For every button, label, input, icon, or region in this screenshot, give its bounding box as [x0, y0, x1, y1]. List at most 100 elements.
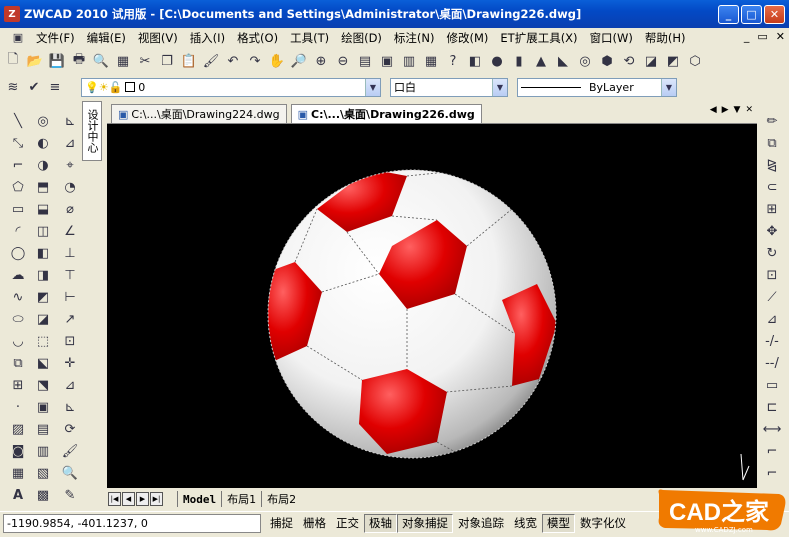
erase-icon[interactable]: ✏ [763, 112, 781, 130]
open-file-icon[interactable]: 📂 [26, 52, 44, 70]
tab-layout1[interactable]: 布局1 [221, 491, 261, 507]
interfere-icon[interactable]: ⬡ [686, 52, 704, 70]
layer-dropdown[interactable]: 💡 ☀ 🔓 0 ▼ [81, 77, 381, 97]
menu-format[interactable]: 格式(O) [231, 30, 284, 46]
stretch-icon[interactable]: ⟋ [763, 288, 781, 306]
line-icon[interactable]: ╲ [9, 112, 27, 130]
wedge-solid-icon[interactable]: ◣ [554, 52, 572, 70]
intersect-icon[interactable]: ◑ [34, 156, 52, 174]
print-icon[interactable]: 🖶 [70, 52, 88, 70]
dim-text-edit-icon[interactable]: ⊾ [61, 398, 79, 416]
union-icon[interactable]: ◎ [34, 112, 52, 130]
cone-solid-icon[interactable]: ▲ [532, 52, 550, 70]
copy-face-icon[interactable]: ◪ [34, 310, 52, 328]
design-center-icon[interactable]: ▣ [378, 52, 396, 70]
print-preview-icon[interactable]: 🔍 [92, 52, 110, 70]
continue-dim-icon[interactable]: ⊢ [61, 288, 79, 306]
redo-icon[interactable]: ↷ [246, 52, 264, 70]
otrack-toggle[interactable]: 对象追踪 [453, 514, 509, 533]
taper-face-icon[interactable]: ◩ [34, 288, 52, 306]
dim-edit-icon[interactable]: ⊿ [61, 376, 79, 394]
section-icon[interactable]: ◩ [664, 52, 682, 70]
lengthen-icon[interactable]: ⊿ [763, 310, 781, 328]
rotate-icon[interactable]: ↻ [763, 244, 781, 262]
box-solid-icon[interactable]: ◧ [466, 52, 484, 70]
menu-file[interactable]: 文件(F) [30, 30, 81, 46]
arc-icon[interactable]: ◜ [9, 222, 27, 240]
menu-et-tools[interactable]: ET扩展工具(X) [494, 30, 583, 46]
offset-face-icon[interactable]: ◫ [34, 222, 52, 240]
menu-view[interactable]: 视图(V) [132, 30, 184, 46]
menu-window[interactable]: 窗口(W) [584, 30, 639, 46]
subtract-icon[interactable]: ◐ [34, 134, 52, 152]
tab-list-icon[interactable]: ▼ [734, 105, 741, 115]
rotate-face-icon[interactable]: ◨ [34, 266, 52, 284]
make-layer-current-icon[interactable]: ✔ [25, 78, 43, 96]
tab-drawing224[interactable]: ▣ C:\...\桌面\Drawing224.dwg [111, 104, 287, 123]
first-layout-icon[interactable]: |◀ [108, 492, 121, 506]
mdi-minimize-button[interactable]: _ [744, 30, 750, 43]
ellipse-icon[interactable]: ⬭ [9, 310, 27, 328]
dim-update-icon[interactable]: ⟳ [61, 420, 79, 438]
chevron-down-icon[interactable]: ▼ [365, 78, 380, 96]
tool-palette-icon[interactable]: ▥ [400, 52, 418, 70]
check-icon[interactable]: ▩ [34, 486, 52, 504]
copy-object-icon[interactable]: ⧉ [763, 134, 781, 152]
zoom-previous-icon[interactable]: ⊖ [334, 52, 352, 70]
publish-icon[interactable]: ▦ [114, 52, 132, 70]
zoom-window-icon[interactable]: ⊕ [312, 52, 330, 70]
insert-block-icon[interactable]: ⧉ [9, 354, 27, 372]
ortho-toggle[interactable]: 正交 [331, 514, 364, 533]
menu-help[interactable]: 帮助(H) [639, 30, 692, 46]
polar-toggle[interactable]: 极轴 [364, 513, 397, 533]
torus-solid-icon[interactable]: ◎ [576, 52, 594, 70]
match-properties-icon[interactable]: 🖌 [202, 52, 220, 70]
menu-tools[interactable]: 工具(T) [284, 30, 335, 46]
menu-dimension[interactable]: 标注(N) [388, 30, 441, 46]
layer-previous-icon[interactable]: ≡ [46, 78, 64, 96]
mirror-icon[interactable]: ⧎ [763, 156, 781, 174]
undo-icon[interactable]: ↶ [224, 52, 242, 70]
separate-icon[interactable]: ▥ [34, 442, 52, 460]
move-icon[interactable]: ✥ [763, 222, 781, 240]
join-icon[interactable]: ⊏ [763, 398, 781, 416]
point-icon[interactable]: · [9, 398, 27, 416]
hatch-icon[interactable]: ▨ [9, 420, 27, 438]
color-dropdown[interactable]: 口白 ▼ [390, 77, 508, 97]
leader-icon[interactable]: ↗ [61, 310, 79, 328]
tolerance-icon[interactable]: ⊡ [61, 332, 79, 350]
ordinate-dim-icon[interactable]: ⌖ [61, 156, 79, 174]
save-icon[interactable]: 💾 [48, 52, 66, 70]
explode-icon[interactable]: ⌐ [763, 464, 781, 482]
cut-icon[interactable]: ✂ [136, 52, 154, 70]
next-layout-icon[interactable]: ▶ [136, 492, 149, 506]
table-icon[interactable]: ▦ [9, 464, 27, 482]
slice-icon[interactable]: ◪ [642, 52, 660, 70]
zoom-icon[interactable]: 🔍 [61, 464, 79, 482]
tab-model[interactable]: Model [177, 491, 221, 507]
zoom-realtime-icon[interactable]: 🔎 [290, 52, 308, 70]
sphere-solid-icon[interactable]: ● [488, 52, 506, 70]
color-edge-icon[interactable]: ⬔ [34, 376, 52, 394]
region-icon[interactable]: ◙ [9, 442, 27, 460]
render-icon[interactable]: ✎ [61, 486, 79, 504]
baseline-dim-icon[interactable]: ⊤ [61, 266, 79, 284]
menu-insert[interactable]: 插入(I) [184, 30, 231, 46]
minimize-button[interactable]: _ [718, 5, 739, 24]
move-face-icon[interactable]: ⬓ [34, 200, 52, 218]
rectangle-icon[interactable]: ▭ [9, 200, 27, 218]
mtext-icon[interactable]: A [9, 486, 27, 504]
osnap-toggle[interactable]: 对象捕捉 [397, 513, 453, 533]
new-file-icon[interactable]: 🗋 [4, 52, 22, 70]
imprint-icon[interactable]: ▣ [34, 398, 52, 416]
menu-modify[interactable]: 修改(M) [441, 30, 495, 46]
snap-toggle[interactable]: 捕捉 [265, 514, 298, 533]
prev-layout-icon[interactable]: ◀ [122, 492, 135, 506]
clean-icon[interactable]: ▤ [34, 420, 52, 438]
diameter-dim-icon[interactable]: ⌀ [61, 200, 79, 218]
extend-icon[interactable]: --/ [763, 354, 781, 372]
app-icon[interactable]: Z [4, 6, 20, 22]
copy-icon[interactable]: ❐ [158, 52, 176, 70]
trim-icon[interactable]: -/- [763, 332, 781, 350]
tab-layout2[interactable]: 布局2 [261, 491, 301, 507]
